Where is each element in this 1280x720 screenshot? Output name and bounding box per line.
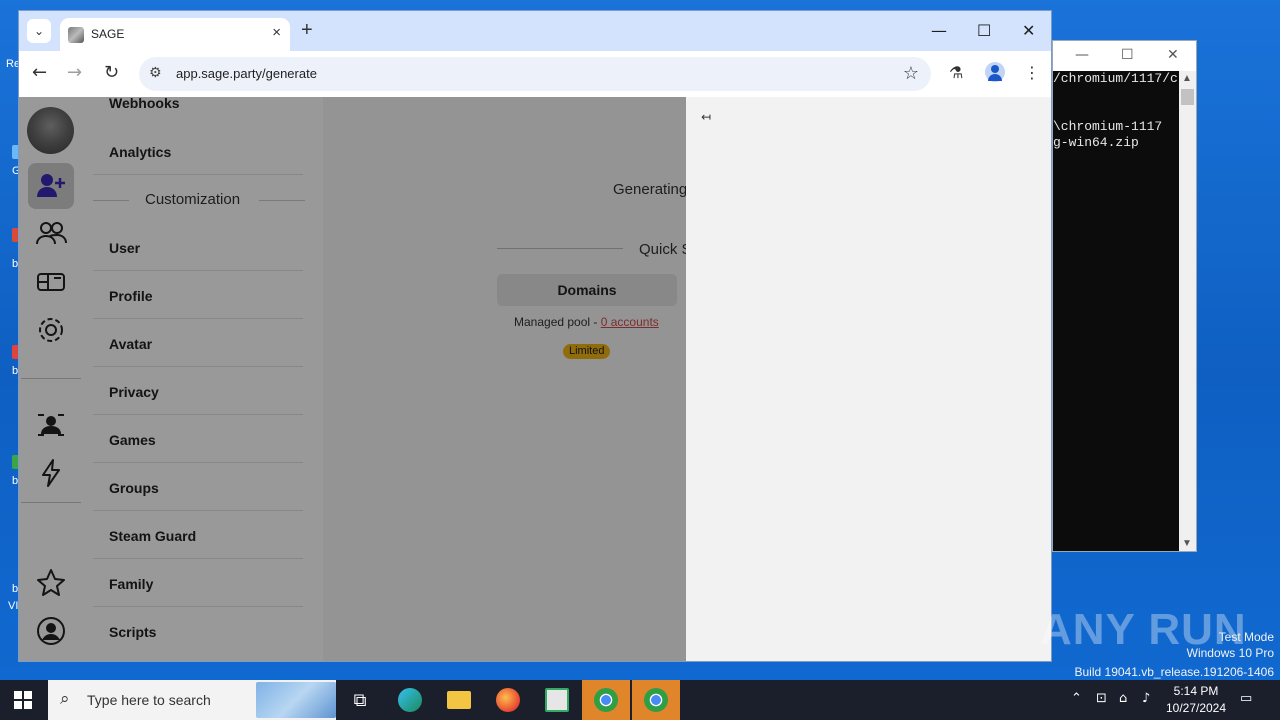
start-logo-square: [14, 691, 22, 699]
wifi-icon[interactable]: ⌂: [1119, 691, 1127, 706]
console-window[interactable]: — ☐ ✕ /chromium/1117/c \chromium-1117 g-w…: [1052, 40, 1197, 552]
clock-time: 5:14 PM: [1173, 684, 1219, 698]
maximize-button[interactable]: ☐: [977, 21, 991, 40]
console-scrollbar[interactable]: ▲ ▼: [1179, 71, 1196, 551]
new-tab-button[interactable]: +: [301, 19, 313, 42]
scroll-up-icon[interactable]: ▲: [1182, 73, 1192, 84]
back-button[interactable]: ←: [32, 62, 47, 83]
console-line: /chromium/1117/c: [1053, 71, 1178, 86]
start-logo-square: [14, 701, 22, 709]
terminal-app-icon[interactable]: [533, 680, 581, 720]
network-icon[interactable]: ⊡: [1096, 691, 1107, 706]
chevron-up-icon[interactable]: ⌃: [1071, 691, 1082, 706]
labs-flask-icon[interactable]: ⚗: [949, 63, 963, 82]
close-icon[interactable]: ✕: [1167, 47, 1179, 63]
chrome-taskbar-icon[interactable]: [632, 680, 680, 720]
arrow-collapse-icon[interactable]: ↤: [701, 110, 711, 124]
chrome-taskbar-icon[interactable]: [582, 680, 630, 720]
side-drawer: ↤: [686, 97, 1051, 661]
url-text[interactable]: app.sage.party/generate: [176, 66, 317, 81]
clock-date: 10/27/2024: [1165, 701, 1227, 715]
console-titlebar[interactable]: — ☐ ✕: [1053, 41, 1196, 71]
console-line: \chromium-1117: [1053, 119, 1163, 134]
address-bar[interactable]: ⚙ app.sage.party/generate ☆: [139, 57, 931, 91]
tab-sage[interactable]: SAGE ×: [60, 18, 290, 51]
firefox-icon[interactable]: [484, 680, 532, 720]
watermark-line: Build 19041.vb_release.191206-1406: [1074, 665, 1275, 679]
close-button[interactable]: ✕: [1022, 21, 1035, 40]
scroll-down-icon[interactable]: ▼: [1182, 538, 1192, 549]
minimize-button[interactable]: —: [931, 21, 947, 40]
site-info-icon[interactable]: ⚙: [149, 65, 162, 81]
bookmark-star-icon[interactable]: ☆: [903, 63, 919, 84]
tab-search-button[interactable]: ⌄: [27, 19, 51, 43]
profile-icon[interactable]: [985, 62, 1005, 82]
maximize-icon[interactable]: ☐: [1121, 47, 1134, 63]
search-icon: ⌕: [60, 689, 70, 709]
taskbar: ⌕ Type here to search ⧉ ⌃ ⊡ ⌂ ♪ 5:14 PM …: [0, 680, 1280, 720]
console-output: /chromium/1117/c \chromium-1117 g-win64.z…: [1053, 71, 1180, 551]
tab-close-icon[interactable]: ×: [272, 24, 281, 41]
minimize-icon[interactable]: —: [1075, 47, 1089, 63]
scroll-thumb[interactable]: [1181, 89, 1194, 105]
start-logo-square: [24, 691, 32, 699]
page-viewport: Webhooks Analytics Customization User Pr…: [19, 97, 1051, 661]
console-line: g-win64.zip: [1053, 135, 1139, 150]
start-logo-square: [24, 701, 32, 709]
windows-start-icon[interactable]: [14, 691, 32, 709]
chevron-down-icon: ⌄: [33, 24, 45, 38]
browser-window[interactable]: ⌄ SAGE × + — ☐ ✕ ← → ↻ ⚙ app.sage.party/…: [18, 10, 1052, 662]
tab-strip: ⌄ SAGE × + — ☐ ✕: [19, 11, 1051, 51]
menu-kebab-icon[interactable]: ⋮: [1024, 63, 1040, 82]
task-view-icon[interactable]: ⧉: [336, 680, 384, 720]
modal-backdrop[interactable]: [19, 97, 686, 661]
watermark-line: Test Mode: [1218, 630, 1274, 644]
notification-icon[interactable]: ▭: [1240, 691, 1252, 706]
forward-button[interactable]: →: [67, 62, 82, 83]
reload-button[interactable]: ↻: [104, 62, 119, 83]
taskbar-search[interactable]: ⌕ Type here to search: [48, 680, 336, 720]
desktop: Re G b b b b VI — ☐ ✕ /chromium/1117/c \…: [0, 0, 1280, 680]
watermark-line: Windows 10 Pro: [1186, 646, 1274, 660]
edge-icon[interactable]: [386, 680, 434, 720]
taskbar-clock[interactable]: 5:14 PM 10/27/2024: [1160, 683, 1232, 717]
file-explorer-icon[interactable]: [435, 680, 483, 720]
search-placeholder[interactable]: Type here to search: [87, 692, 211, 708]
desktop-fragment: VI: [8, 600, 19, 612]
volume-icon[interactable]: ♪: [1142, 691, 1150, 706]
browser-toolbar: ← → ↻ ⚙ app.sage.party/generate ☆ ⚗ ⋮: [19, 51, 1051, 97]
tab-title: SAGE: [91, 27, 125, 41]
search-highlight-image: [256, 682, 336, 718]
favicon-icon: [68, 27, 84, 43]
